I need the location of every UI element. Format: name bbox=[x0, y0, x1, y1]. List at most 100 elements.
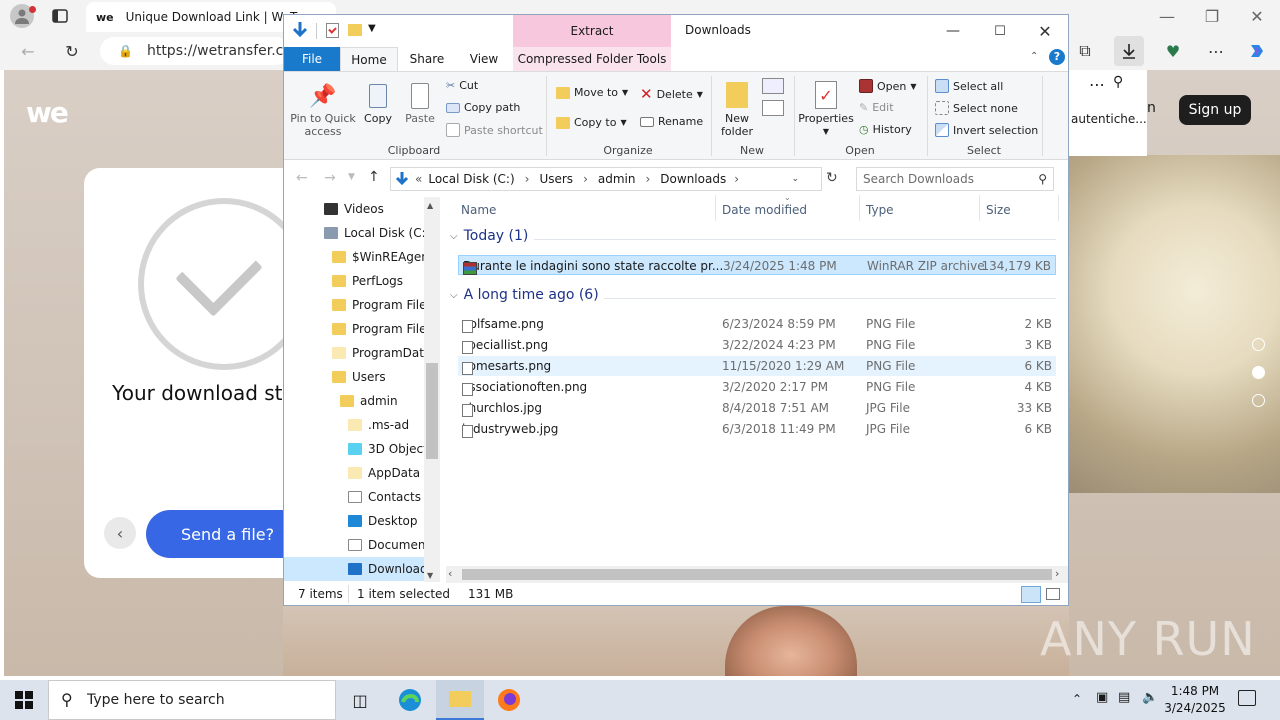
image-file-icon bbox=[462, 383, 473, 396]
file-row[interactable]: comesarts.png 11/15/2020 1:29 AM PNG File 6… bbox=[458, 356, 1056, 376]
file-date: 3/2/2020 2:17 PM bbox=[722, 380, 829, 394]
chevron-down-icon: ⌵ bbox=[450, 230, 458, 242]
more-menu-icon[interactable]: ⋯ bbox=[1204, 40, 1228, 62]
file-type: JPG File bbox=[866, 401, 910, 415]
notification-dot bbox=[29, 6, 36, 13]
file-type: PNG File bbox=[866, 338, 916, 352]
flowers-image bbox=[1069, 155, 1280, 493]
file-row[interactable]: churchlos.jpg 8/4/2018 7:51 AM JPG File 33 … bbox=[458, 398, 1056, 418]
file-name-cell: associationoften.png bbox=[462, 380, 588, 396]
file-name: Durante le indagini sono state raccolte … bbox=[463, 259, 724, 273]
windows-icon bbox=[15, 691, 33, 709]
popup-text: autentiche... bbox=[1071, 112, 1147, 126]
volume-icon[interactable]: 🔈 bbox=[1142, 690, 1158, 705]
signup-button[interactable]: Sign up bbox=[1179, 95, 1251, 125]
popup-more-icon[interactable]: ⋯ bbox=[1089, 75, 1105, 94]
details-view-icon[interactable] bbox=[1021, 586, 1041, 603]
file-date: 6/23/2024 8:59 PM bbox=[722, 317, 836, 331]
file-type: PNG File bbox=[866, 380, 916, 394]
file-size: 6 KB bbox=[1024, 422, 1052, 436]
file-name: churchlos.jpg bbox=[462, 401, 542, 415]
carousel-dot-3[interactable] bbox=[1252, 394, 1265, 407]
file-list: ⌵ Today (1) Durante le indagini sono state… bbox=[284, 15, 1068, 575]
file-date: 6/3/2018 11:49 PM bbox=[722, 422, 836, 436]
large-icons-view-icon[interactable] bbox=[1046, 588, 1060, 600]
pin-icon[interactable]: ⚲ bbox=[1113, 74, 1123, 90]
downloads-icon[interactable] bbox=[1114, 36, 1144, 66]
show-hidden-icons-icon[interactable]: ⌃ bbox=[1072, 692, 1082, 706]
file-size: 33 KB bbox=[1016, 401, 1052, 415]
edge-taskbar-icon[interactable] bbox=[386, 680, 434, 720]
file-row[interactable]: associationoften.png 3/2/2020 2:17 PM PNG … bbox=[458, 377, 1056, 397]
carousel-dot-2[interactable] bbox=[1252, 366, 1265, 379]
firefox-taskbar-icon[interactable] bbox=[485, 680, 533, 720]
clock-time: 1:48 PM bbox=[1170, 684, 1220, 698]
file-explorer-window: ▼ Extract Downloads — ☐ ✕ File Home Shar… bbox=[283, 14, 1069, 606]
header-text-fragment: n bbox=[1147, 100, 1156, 116]
scroll-right-icon[interactable]: › bbox=[1055, 567, 1059, 580]
group-label: Today (1) bbox=[463, 228, 529, 244]
network-icon[interactable]: ▤ bbox=[1118, 690, 1130, 705]
file-row[interactable]: Durante le indagini sono state raccolte … bbox=[458, 255, 1056, 275]
image-file-icon bbox=[462, 320, 473, 333]
image-file-icon bbox=[462, 404, 473, 417]
file-size: 4 KB bbox=[1024, 380, 1052, 394]
archive-icon bbox=[463, 262, 477, 275]
taskbar-clock[interactable]: 1:48 PM 3/24/2025 bbox=[1160, 683, 1230, 717]
group-header[interactable]: ⌵ A long time ago (6) bbox=[450, 287, 599, 303]
copilot-icon[interactable] bbox=[1244, 38, 1270, 64]
status-bar: 7 items 1 item selected 131 MB bbox=[284, 585, 1068, 605]
tab-actions-icon[interactable] bbox=[50, 6, 70, 26]
divider bbox=[604, 298, 1056, 299]
file-name-cell: Durante le indagini sono state raccolte … bbox=[463, 259, 724, 275]
file-type: JPG File bbox=[866, 422, 910, 436]
file-row[interactable]: golfsame.png 6/23/2024 8:59 PM PNG File 2 K… bbox=[458, 314, 1056, 334]
file-row[interactable]: industryweb.jpg 6/3/2018 11:49 PM JPG File… bbox=[458, 419, 1056, 439]
send-file-button[interactable]: Send a file? bbox=[146, 510, 284, 558]
group-label: A long time ago (6) bbox=[463, 287, 599, 303]
horizontal-scrollbar-thumb[interactable] bbox=[462, 569, 1052, 580]
address-bar[interactable]: 🔒 https://wetransfer.com bbox=[100, 37, 306, 65]
file-date: 3/22/2024 4:23 PM bbox=[722, 338, 836, 352]
file-type: PNG File bbox=[866, 359, 916, 373]
browser-essentials-icon[interactable]: ♥ bbox=[1162, 40, 1184, 62]
browser-minimize-icon[interactable]: — bbox=[1155, 4, 1179, 28]
group-header[interactable]: ⌵ Today (1) bbox=[450, 228, 528, 244]
task-view-icon[interactable]: ◫ bbox=[336, 680, 384, 720]
file-size: 3 KB bbox=[1024, 338, 1052, 352]
file-name: industryweb.jpg bbox=[462, 422, 559, 436]
file-name: comesarts.png bbox=[462, 359, 552, 373]
background-image bbox=[283, 606, 1069, 676]
start-button[interactable] bbox=[0, 680, 48, 720]
image-file-icon bbox=[462, 362, 473, 375]
file-date: 3/24/2025 1:48 PM bbox=[723, 259, 837, 273]
file-size: 2 KB bbox=[1024, 317, 1052, 331]
file-type: WinRAR ZIP archive bbox=[867, 259, 985, 273]
card-back-button[interactable]: ‹ bbox=[104, 517, 136, 549]
wetransfer-logo[interactable]: we bbox=[26, 96, 69, 129]
file-date: 8/4/2018 7:51 AM bbox=[722, 401, 830, 415]
notifications-icon[interactable] bbox=[1238, 690, 1256, 706]
taskbar-search-input[interactable]: ⚲ Type here to search bbox=[48, 680, 336, 720]
back-icon[interactable]: ← bbox=[16, 40, 40, 62]
file-name: associationoften.png bbox=[462, 380, 588, 394]
file-name-cell: comesarts.png bbox=[462, 359, 552, 375]
status-item-count: 7 items bbox=[298, 587, 343, 601]
carousel-dot-1[interactable] bbox=[1252, 338, 1265, 351]
chevron-down-icon: ⌵ bbox=[450, 289, 458, 301]
browser-restore-icon[interactable]: ❐ bbox=[1200, 4, 1224, 28]
file-name-cell: golfsame.png bbox=[462, 317, 544, 333]
file-name-cell: industryweb.jpg bbox=[462, 422, 559, 438]
scroll-left-icon[interactable]: ‹ bbox=[448, 567, 452, 580]
meet-now-icon[interactable]: ▣ bbox=[1096, 690, 1108, 705]
refresh-icon[interactable]: ↻ bbox=[60, 40, 84, 62]
file-date: 11/15/2020 1:29 AM bbox=[722, 359, 845, 373]
browser-close-icon[interactable]: ✕ bbox=[1245, 4, 1269, 28]
tab-title: Unique Download Link | WeTra bbox=[125, 10, 308, 24]
clock-date: 3/24/2025 bbox=[1164, 701, 1226, 715]
collections-icon[interactable]: ⧉ bbox=[1074, 40, 1096, 62]
divider bbox=[534, 239, 1056, 240]
file-name-cell: churchlos.jpg bbox=[462, 401, 542, 417]
file-row[interactable]: speciallist.png 3/22/2024 4:23 PM PNG File… bbox=[458, 335, 1056, 355]
file-explorer-taskbar-icon[interactable] bbox=[436, 680, 484, 720]
